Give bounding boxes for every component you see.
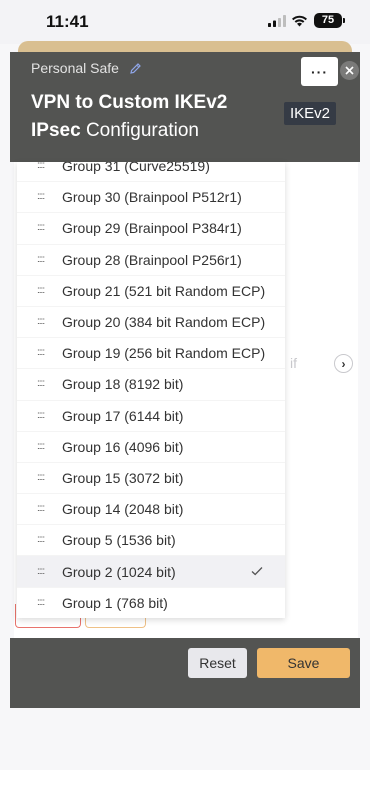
dropdown-option-label: Group 30 (Brainpool P512r1) (62, 189, 242, 206)
dropdown-option-label: Group 18 (8192 bit) (62, 376, 184, 393)
status-bar: 11:41 75 (0, 0, 370, 44)
dropdown-option[interactable]: :::: Group 14 (2048 bit) (17, 494, 285, 526)
drag-handle-icon: :::: (37, 253, 45, 265)
title-primary: VPN to Custom IKEv2 (31, 92, 228, 113)
drag-handle-icon: :::: (37, 440, 45, 452)
dropdown-option[interactable]: :::: Group 20 (384 bit Random ECP) (17, 307, 285, 339)
drag-handle-icon: :::: (37, 471, 45, 483)
dropdown-option[interactable]: :::: Group 17 (6144 bit) (17, 401, 285, 432)
status-time: 11:41 (46, 12, 89, 31)
dropdown-option-label: Group 28 (Brainpool P256r1) (62, 251, 242, 268)
dropdown-option-label: Group 19 (256 bit Random ECP) (62, 345, 266, 362)
dropdown-option[interactable]: :::: Group 18 (8192 bit) (17, 369, 285, 401)
save-button[interactable]: Save (257, 648, 350, 678)
battery-indicator: 75 (314, 13, 342, 28)
dropdown-list: :::: Group 31 (Curve25519):::: Group 30 (B… (17, 162, 285, 618)
drag-handle-icon: :::: (37, 409, 45, 421)
title-primary-2: IPsec (31, 120, 81, 141)
wifi-icon (292, 15, 307, 27)
modal-subtitle: Personal Safe (31, 60, 119, 76)
drag-handle-icon: :::: (37, 222, 45, 234)
dropdown-option-label: Group 14 (2048 bit) (62, 501, 184, 518)
dropdown-option[interactable]: :::: Group 5 (1536 bit) (17, 525, 285, 557)
dropdown-option[interactable]: :::: Group 30 (Brainpool P512r1) (17, 182, 285, 214)
drag-handle-icon: :::: (37, 162, 45, 172)
dropdown-option-label: Group 15 (3072 bit) (62, 469, 184, 486)
protocol-badge: IKEv2 (284, 102, 337, 125)
dropdown-option-label: Group 2 (1024 bit) (62, 563, 176, 580)
dropdown-option[interactable]: :::: Group 16 (4096 bit) (17, 432, 285, 463)
drag-handle-icon: :::: (37, 316, 45, 328)
battery-nub (343, 18, 345, 23)
dropdown-option-label: Group 5 (1536 bit) (62, 532, 176, 549)
drag-handle-icon: :::: (37, 378, 45, 390)
dropdown-option-label: Group 31 (Curve25519) (62, 162, 210, 175)
drag-handle-icon: :::: (37, 347, 45, 359)
dropdown-option[interactable]: :::: Group 15 (3072 bit) (17, 463, 285, 495)
drag-handle-icon: :::: (37, 565, 45, 577)
drag-handle-icon: :::: (37, 596, 45, 608)
dropdown-option-label: Group 20 (384 bit Random ECP) (62, 314, 266, 331)
dropdown-option-label: Group 29 (Brainpool P384r1) (62, 220, 242, 237)
drag-handle-icon: :::: (37, 534, 45, 546)
checkmark-icon (251, 567, 263, 576)
drag-handle-icon: :::: (37, 191, 45, 203)
dropdown-option-label: Group 1 (768 bit) (62, 594, 168, 611)
drag-handle-icon: :::: (37, 503, 45, 515)
dropdown-option[interactable]: :::: Group 28 (Brainpool P256r1) (17, 245, 285, 276)
background-partial-text: if (290, 355, 297, 371)
close-button[interactable] (340, 61, 359, 80)
dropdown-option[interactable]: :::: Group 2 (1024 bit) (17, 556, 285, 588)
dropdown-option[interactable]: :::: Group 31 (Curve25519) (17, 162, 285, 183)
dropdown-option[interactable]: :::: Group 1 (768 bit) (17, 588, 285, 618)
dh-group-dropdown[interactable]: :::: Group 31 (Curve25519):::: Group 30 (B… (17, 162, 285, 618)
dropdown-option[interactable]: :::: Group 21 (521 bit Random ECP) (17, 276, 285, 307)
modal-header: Personal Safe VPN to Custom IKEv2 IPsec … (10, 52, 360, 162)
title-secondary: Configuration (85, 120, 199, 141)
pencil-icon[interactable] (129, 62, 142, 75)
dropdown-option-label: Group 16 (4096 bit) (62, 438, 184, 455)
dropdown-option-label: Group 21 (521 bit Random ECP) (62, 282, 266, 299)
dropdown-option[interactable]: :::: Group 29 (Brainpool P384r1) (17, 213, 285, 245)
close-icon (345, 66, 354, 75)
more-options-button[interactable]: ··· (301, 57, 338, 86)
chevron-right-icon[interactable]: › (334, 354, 353, 373)
dropdown-option-label: Group 17 (6144 bit) (62, 407, 184, 424)
cellular-signal-icon (268, 15, 286, 27)
drag-handle-icon: :::: (37, 284, 45, 296)
dropdown-option[interactable]: :::: Group 19 (256 bit Random ECP) (17, 338, 285, 370)
bottom-area (0, 770, 370, 800)
reset-button[interactable]: Reset (188, 648, 247, 678)
modal-title: VPN to Custom IKEv2 IPsec Configuration (31, 89, 291, 145)
modal-footer: Reset Save (10, 638, 360, 708)
